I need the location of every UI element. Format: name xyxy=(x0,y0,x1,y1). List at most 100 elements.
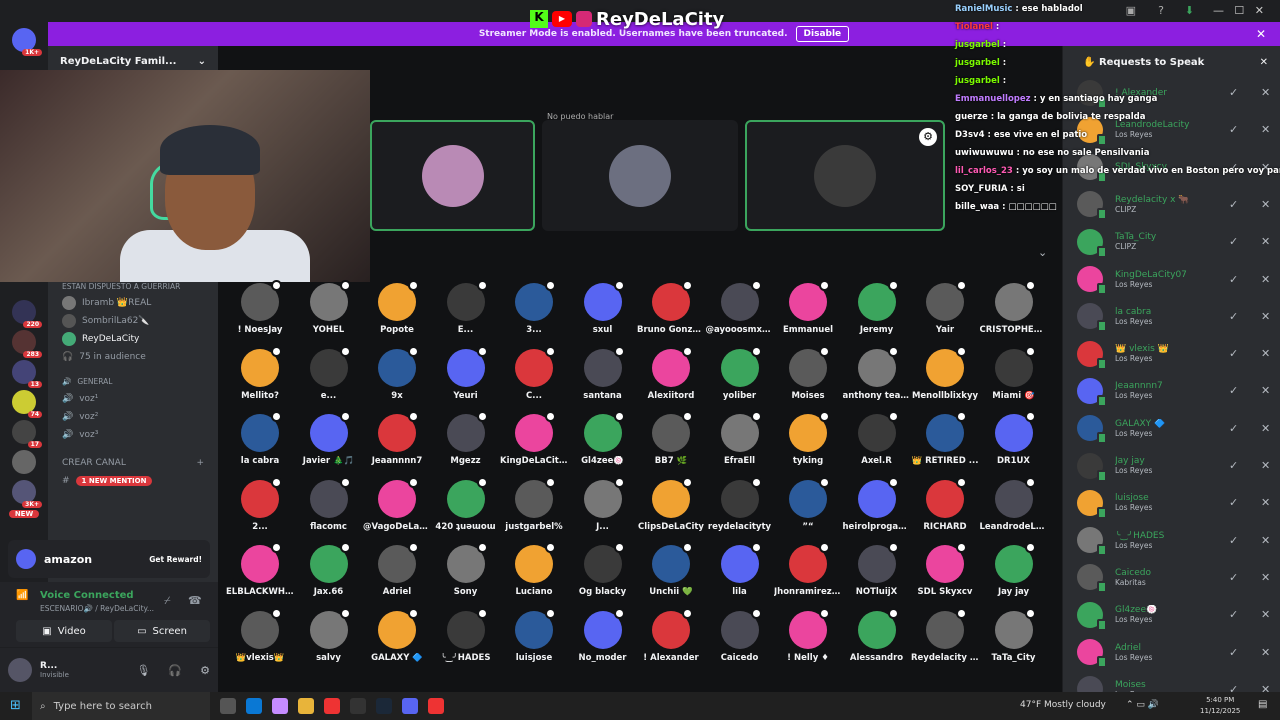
invite-to-speak-icon[interactable]: ✓ xyxy=(1229,459,1243,472)
channel-row[interactable]: #1 NEW MENTION xyxy=(48,472,218,490)
request-item[interactable]: Gl4zee🍥 Los Reyes ✓ ✕ xyxy=(1077,596,1275,633)
amazon-promo[interactable]: amazon Get Reward! xyxy=(8,540,210,578)
mic-icon[interactable]: 🎙 xyxy=(136,664,150,677)
audience-member[interactable]: RICHARD xyxy=(911,476,979,532)
audience-member[interactable]: Unchii 💚 xyxy=(637,542,705,597)
audience-member[interactable]: Sony xyxy=(432,542,500,597)
invite-to-speak-icon[interactable]: ✓ xyxy=(1229,384,1243,397)
audience-member[interactable]: Mgezz xyxy=(432,411,500,466)
invite-to-speak-icon[interactable]: ✓ xyxy=(1229,571,1243,584)
audience-member[interactable]: Luciano xyxy=(500,542,568,597)
audience-member[interactable]: EfraEll xyxy=(706,411,774,466)
audience-member[interactable]: Axel.R xyxy=(843,411,911,466)
chrome-icon[interactable] xyxy=(428,698,444,714)
server-icon[interactable]: 13 xyxy=(12,360,42,388)
explorer-icon[interactable] xyxy=(298,698,314,714)
audience-member[interactable]: 9x xyxy=(363,345,431,401)
get-reward-button[interactable]: Get Reward! xyxy=(149,555,202,564)
chrome-icon[interactable] xyxy=(324,698,340,714)
request-item[interactable]: TaTa_City CLIPZ ✓ ✕ xyxy=(1077,223,1275,260)
audience-member[interactable]: GALAXY 🔷 xyxy=(363,607,431,663)
discord-icon[interactable] xyxy=(402,698,418,714)
invite-to-speak-icon[interactable]: ✓ xyxy=(1229,608,1243,621)
audience-member[interactable]: lila xyxy=(706,542,774,597)
decline-icon[interactable]: ✕ xyxy=(1261,459,1275,472)
audience-member[interactable]: flacomc xyxy=(295,476,363,532)
headset-icon[interactable]: 🎧 xyxy=(168,664,182,677)
audience-member[interactable]: reydelacityty xyxy=(706,476,774,532)
edge-icon[interactable] xyxy=(246,698,262,714)
audience-member[interactable]: Moises xyxy=(774,345,842,401)
invite-to-speak-icon[interactable]: ✓ xyxy=(1229,347,1243,360)
tray-icons[interactable]: ⌃ ▭ 🔊 xyxy=(1126,700,1159,710)
audience-member[interactable]: 2... xyxy=(226,476,294,532)
audience-member[interactable]: la cabra xyxy=(226,411,294,466)
server-icon[interactable]: 220 xyxy=(12,300,42,328)
audience-member[interactable]: yoliber xyxy=(706,345,774,401)
notification-icon[interactable]: ▤ xyxy=(1258,699,1267,710)
home-icon[interactable]: 1K+ xyxy=(12,28,42,56)
request-item[interactable]: Caicedo Kabritas ✓ ✕ xyxy=(1077,559,1275,596)
noise-icon[interactable]: ⌿ xyxy=(164,594,171,608)
steam-icon[interactable] xyxy=(376,698,392,714)
speaker-item[interactable]: ReyDeLaCity xyxy=(48,330,218,348)
plus-icon[interactable]: + xyxy=(196,458,204,468)
server-icon[interactable]: 3K+ xyxy=(12,480,42,508)
audience-member[interactable]: Yeuri xyxy=(432,345,500,401)
request-item[interactable]: KingDeLaCity07 Los Reyes ✓ ✕ xyxy=(1077,261,1275,298)
clock-date[interactable]: 11/12/2025 xyxy=(1200,706,1240,717)
audience-member[interactable]: CRISTOPHER LLC... xyxy=(980,280,1048,335)
audience-member[interactable]: ! NoesJay xyxy=(226,280,294,335)
decline-icon[interactable]: ✕ xyxy=(1261,235,1275,248)
audience-member[interactable]: Reydelacity x... xyxy=(911,607,979,663)
audience-member[interactable]: TaTa_City xyxy=(980,607,1048,663)
audience-member[interactable]: 420 ʇuǝɯoɯ xyxy=(432,476,500,532)
audience-member[interactable]: Adriel xyxy=(363,542,431,597)
audience-member[interactable]: Jay jay xyxy=(980,542,1048,597)
audience-member[interactable]: Jeaannnn7 xyxy=(363,411,431,466)
request-item[interactable]: GALAXY 🔷 Los Reyes ✓ ✕ xyxy=(1077,410,1275,447)
mention-badge[interactable]: 1 NEW MENTION xyxy=(75,476,153,486)
gear-icon[interactable]: ⚙ xyxy=(200,664,210,677)
audience-member[interactable]: Alessandro xyxy=(843,607,911,663)
invite-to-speak-icon[interactable]: ✓ xyxy=(1229,534,1243,547)
audience-member[interactable]: ╰‿╯HADES xyxy=(432,607,500,663)
server-icon[interactable]: 17 xyxy=(12,420,42,448)
audience-member[interactable]: 👑 RETIRED ... xyxy=(911,411,979,466)
audience-member[interactable]: justgarbel% xyxy=(500,476,568,532)
audience-member[interactable]: Alexiitord xyxy=(637,345,705,401)
audience-member[interactable]: SDL Skyxcv xyxy=(911,542,979,597)
channel-voz3[interactable]: 🔊 voz³ xyxy=(48,426,218,444)
stage-tile[interactable]: No puedo hablar ⚙ xyxy=(547,112,945,231)
decline-icon[interactable]: ✕ xyxy=(1261,273,1275,286)
audience-member[interactable]: santana xyxy=(569,345,637,401)
settings-icon[interactable]: ⚙ xyxy=(919,128,937,146)
invite-to-speak-icon[interactable]: ✓ xyxy=(1229,496,1243,509)
audience-member[interactable]: YOHEL xyxy=(295,280,363,335)
copilot-icon[interactable] xyxy=(272,698,288,714)
audience-member[interactable]: ! Alexander xyxy=(637,607,705,663)
decline-icon[interactable]: ✕ xyxy=(1261,571,1275,584)
audience-member[interactable]: E... xyxy=(432,280,500,335)
decline-icon[interactable]: ✕ xyxy=(1261,310,1275,323)
taskbar-search[interactable]: ⌕ Type here to search xyxy=(32,692,210,720)
decline-icon[interactable]: ✕ xyxy=(1261,608,1275,621)
server-icon[interactable] xyxy=(12,450,36,474)
audience-member[interactable]: @ayooosmxrl... xyxy=(706,280,774,335)
request-item[interactable]: ╰‿╯HADES Los Reyes ✓ ✕ xyxy=(1077,522,1275,559)
disconnect-icon[interactable]: ☎ xyxy=(188,594,202,607)
audience-member[interactable]: anthony team... xyxy=(843,345,911,401)
speaker-item[interactable]: Ibramb 👑REAL xyxy=(48,294,218,312)
request-item[interactable]: luisjose Los Reyes ✓ ✕ xyxy=(1077,484,1275,521)
audience-member[interactable]: Miami 🎯 xyxy=(980,345,1048,401)
weather-widget[interactable]: 47°F Mostly cloudy xyxy=(1020,700,1106,710)
avatar[interactable] xyxy=(8,658,32,682)
invite-to-speak-icon[interactable]: ✓ xyxy=(1229,235,1243,248)
audience-member[interactable]: KingDeLaCity... xyxy=(500,411,568,466)
audience-member[interactable]: tyking xyxy=(774,411,842,466)
audience-member[interactable]: Yair xyxy=(911,280,979,335)
decline-icon[interactable]: ✕ xyxy=(1261,422,1275,435)
audience-member[interactable]: BB7 🌿 xyxy=(637,411,705,466)
speaker-item[interactable]: SombrilLa62🔪 xyxy=(48,312,218,330)
invite-to-speak-icon[interactable]: ✓ xyxy=(1229,646,1243,659)
